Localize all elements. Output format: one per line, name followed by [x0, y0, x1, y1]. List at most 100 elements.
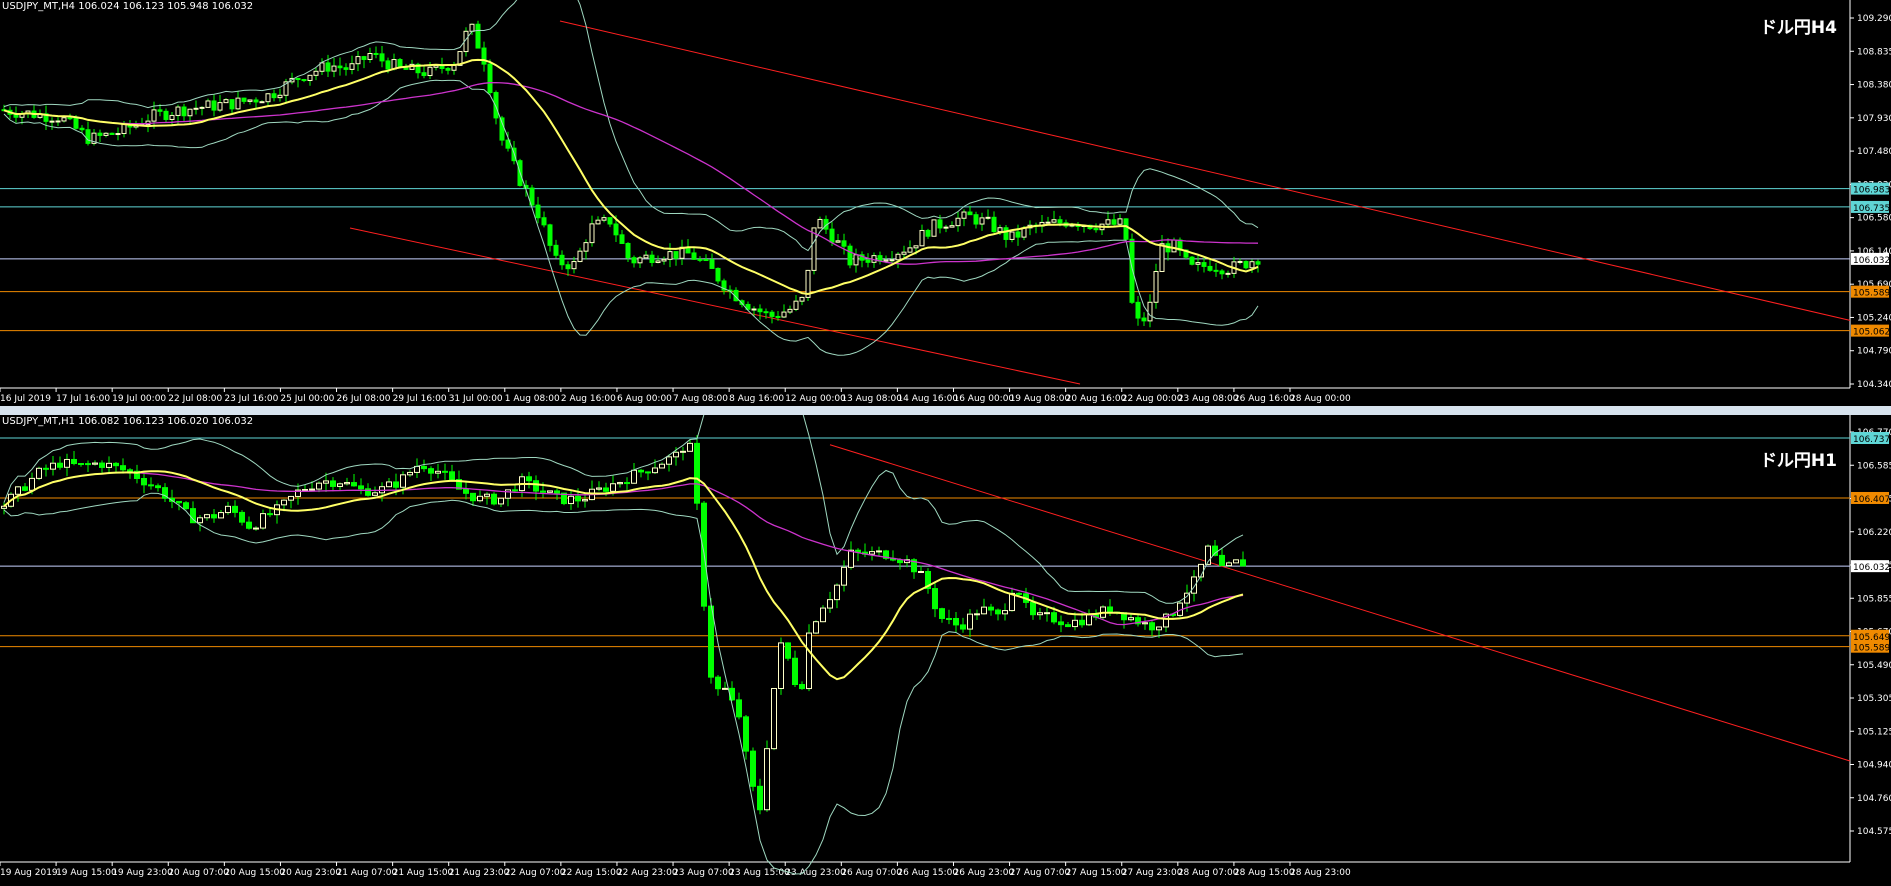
price-tick-label: 105.490 — [1857, 661, 1891, 671]
candle-body — [967, 613, 973, 630]
bollinger-upper — [3, 415, 1244, 604]
candle-body — [643, 254, 649, 259]
candle-body — [997, 227, 1003, 233]
time-tick-label: 19 Jul 00:00 — [112, 394, 166, 404]
time-tick-label: 20 Aug 07:00 — [168, 868, 229, 878]
candle-body — [865, 259, 871, 263]
candle-body — [750, 750, 756, 787]
axis-labels: 109.290108.835108.380107.930107.480107.0… — [0, 14, 1891, 404]
candle-body — [589, 223, 595, 244]
candle-body — [470, 492, 476, 502]
candle-body — [1156, 626, 1162, 631]
candle-body — [932, 588, 938, 610]
candle-body — [553, 244, 559, 256]
panel-separator[interactable] — [0, 406, 1891, 415]
candle-body — [512, 489, 518, 492]
candle-body — [499, 117, 505, 141]
candle-body — [853, 254, 859, 266]
candle-body — [595, 219, 601, 225]
candle-body — [722, 687, 728, 690]
candle-body — [498, 497, 504, 505]
candle-body — [323, 480, 329, 484]
time-tick-label: 23 Aug 23:00 — [785, 868, 846, 878]
candle-body — [1009, 592, 1015, 612]
candle-body — [571, 261, 577, 270]
candle-body — [1189, 256, 1195, 265]
price-tick-label: 107.480 — [1857, 147, 1891, 157]
candle-body — [211, 514, 217, 519]
candle-body — [1123, 218, 1129, 240]
candle-body — [535, 204, 541, 219]
price-tick-label: 105.855 — [1857, 594, 1891, 604]
time-tick-label: 26 Aug 23:00 — [953, 868, 1014, 878]
time-tick-label: 22 Aug 00:00 — [1122, 394, 1183, 404]
time-tick-label: 23 Aug 15:00 — [729, 868, 790, 878]
candle-body — [1117, 218, 1123, 225]
candle-body — [307, 74, 313, 81]
candle-body — [373, 52, 379, 55]
level-label: 106.032 — [1853, 256, 1890, 266]
candle-body — [1237, 260, 1243, 263]
candle-body — [205, 100, 211, 108]
candle-body — [1233, 559, 1239, 564]
candle-body — [1111, 219, 1117, 225]
h1-chart-panel[interactable]: 106.770106.585106.405106.220106.035105.8… — [0, 415, 1891, 886]
candle-body — [1225, 272, 1231, 275]
time-tick-label: 20 Aug 23:00 — [280, 868, 341, 878]
candle-body — [463, 488, 469, 494]
candle-body — [601, 217, 607, 221]
candle-body — [99, 462, 105, 468]
candle-body — [1147, 301, 1153, 322]
time-tick-label: 17 Jul 16:00 — [56, 394, 110, 404]
time-tick-label: 21 Aug 23:00 — [449, 868, 510, 878]
candle-body — [869, 551, 875, 555]
candle-body — [493, 92, 499, 119]
candle-body — [1249, 261, 1255, 269]
candle-body — [757, 785, 763, 811]
candle-body — [71, 458, 77, 465]
time-tick-label: 19 Aug 23:00 — [112, 868, 173, 878]
price-tick-label: 107.930 — [1857, 114, 1891, 124]
trendline — [829, 444, 1851, 762]
candle-body — [265, 93, 271, 103]
candle-body — [547, 224, 553, 246]
candle-body — [55, 120, 61, 123]
price-tick-label: 105.125 — [1857, 727, 1891, 737]
candle-body — [325, 62, 331, 72]
candle-body — [1135, 301, 1141, 319]
time-tick-label: 19 Aug 08:00 — [1010, 394, 1071, 404]
candle-body — [781, 311, 787, 318]
candle-body — [817, 218, 823, 229]
time-tick-label: 8 Aug 16:00 — [729, 394, 784, 404]
candle-body — [1243, 260, 1249, 269]
time-tick-label: 19 Aug 15:00 — [56, 868, 117, 878]
level-label: 106.407 — [1853, 495, 1890, 505]
time-tick-label: 21 Aug 07:00 — [337, 868, 398, 878]
candle-body — [427, 66, 433, 77]
candle-body — [469, 23, 475, 32]
candle-body — [115, 133, 121, 136]
candle-body — [687, 442, 693, 452]
candle-body — [697, 258, 703, 261]
candle-body — [1051, 219, 1057, 223]
candle-body — [827, 599, 833, 609]
h4-chart-panel[interactable]: 109.290108.835108.380107.930107.480107.0… — [0, 0, 1891, 406]
candle-body — [1065, 624, 1071, 628]
candle-body — [121, 123, 127, 135]
candle-body — [1105, 219, 1111, 225]
candle-body — [583, 242, 589, 252]
candle-body — [267, 513, 273, 516]
candle-body — [967, 211, 973, 216]
h1-chart-tag: ドル円H1 — [1759, 451, 1837, 471]
candle-body — [820, 607, 826, 623]
candle-body — [73, 117, 79, 129]
time-tick-label: 28 Aug 07:00 — [1178, 868, 1239, 878]
candle-body — [991, 216, 997, 233]
candle-body — [1079, 619, 1085, 626]
candle-body — [157, 109, 163, 112]
candle-body — [43, 467, 49, 470]
candle-body — [575, 495, 581, 502]
time-tick-label: 22 Aug 07:00 — [505, 868, 566, 878]
candle-body — [1129, 238, 1135, 303]
candle-body — [895, 253, 901, 261]
